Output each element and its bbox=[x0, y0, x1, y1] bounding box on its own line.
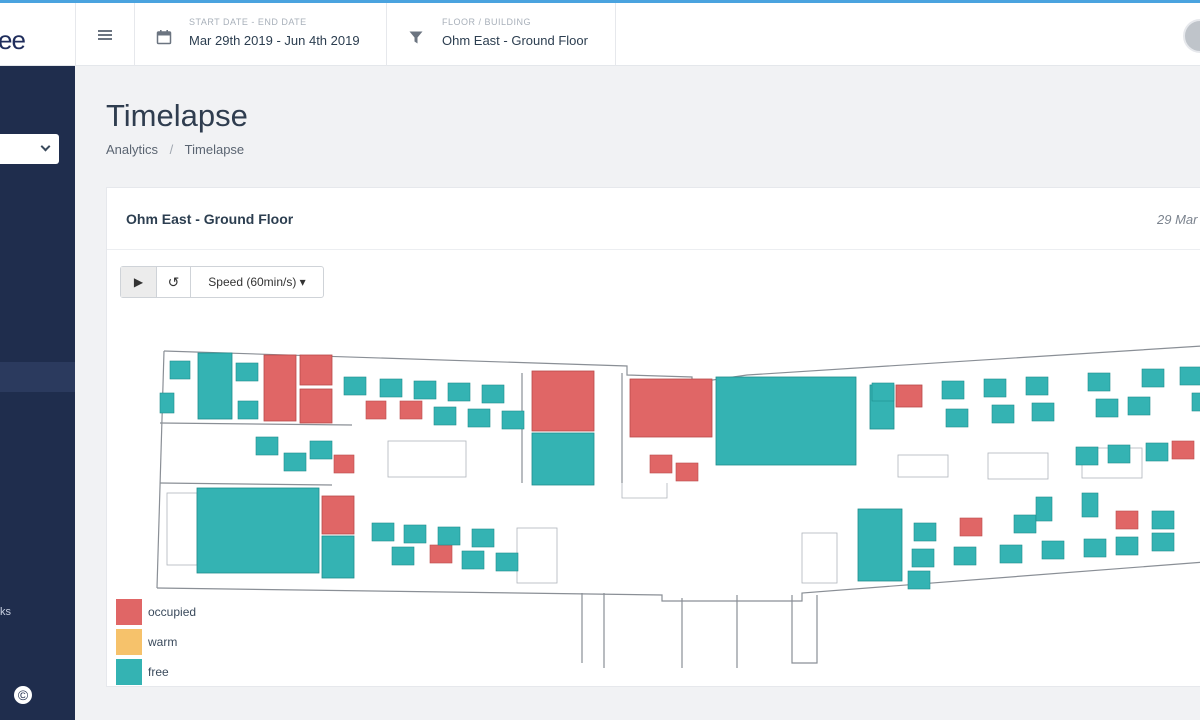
breadcrumb-separator: / bbox=[169, 142, 174, 157]
play-button[interactable]: ▶ bbox=[121, 267, 157, 297]
divider bbox=[134, 3, 135, 66]
date-range-label: START DATE - END DATE bbox=[189, 17, 307, 27]
divider bbox=[615, 3, 616, 66]
sidebar-item-active[interactable] bbox=[0, 362, 75, 392]
breadcrumb-analytics[interactable]: Analytics bbox=[106, 142, 158, 157]
free-swatch bbox=[116, 659, 142, 685]
hamburger-icon bbox=[98, 28, 112, 42]
breadcrumb-timelapse: Timelapse bbox=[184, 142, 245, 157]
floor-card: Ohm East - Ground Floor 29 Mar ▶ ↺ Speed… bbox=[106, 187, 1200, 687]
sidebar-dropdown[interactable] bbox=[0, 134, 59, 164]
speed-dropdown[interactable]: Speed (60min/s) ▾ bbox=[191, 267, 323, 297]
hamburger-menu-button[interactable] bbox=[76, 3, 134, 66]
divider bbox=[386, 3, 387, 66]
chevron-down-icon bbox=[40, 141, 51, 152]
main-content: Timelapse Analytics / Timelapse Ohm East… bbox=[75, 66, 1200, 720]
card-date: 29 Mar bbox=[1157, 212, 1198, 227]
legend: occupied warm free bbox=[116, 597, 196, 687]
sidebar: ks © bbox=[0, 66, 75, 720]
card-header: Ohm East - Ground Floor 29 Mar bbox=[107, 188, 1200, 250]
floor-selector[interactable]: FLOOR / BUILDING Ohm East - Ground Floor bbox=[442, 17, 588, 48]
playback-controls: ▶ ↺ Speed (60min/s) ▾ bbox=[120, 266, 324, 298]
date-range-picker[interactable]: START DATE - END DATE Mar 29th 2019 - Ju… bbox=[189, 17, 360, 48]
legend-label: warm bbox=[148, 635, 178, 649]
warm-swatch bbox=[116, 629, 142, 655]
page-title: Timelapse bbox=[106, 98, 248, 133]
occupied-swatch bbox=[116, 599, 142, 625]
card-title: Ohm East - Ground Floor bbox=[126, 211, 294, 227]
floor-value: Ohm East - Ground Floor bbox=[442, 33, 588, 48]
calendar-icon bbox=[156, 30, 172, 45]
app-logo: ee bbox=[0, 25, 26, 55]
floor-plan bbox=[156, 345, 1200, 668]
legend-item: warm bbox=[116, 627, 196, 657]
copyright-icon: © bbox=[14, 686, 32, 704]
legend-item: free bbox=[116, 657, 196, 687]
floor-label: FLOOR / BUILDING bbox=[442, 17, 532, 27]
legend-label: free bbox=[148, 665, 169, 679]
date-range-value: Mar 29th 2019 - Jun 4th 2019 bbox=[189, 33, 360, 48]
filter-icon bbox=[409, 31, 423, 44]
top-bar: ee START DATE - END DATE Mar 29th 2019 -… bbox=[0, 0, 1200, 66]
breadcrumb: Analytics / Timelapse bbox=[106, 142, 244, 157]
legend-item: occupied bbox=[116, 597, 196, 627]
legend-label: occupied bbox=[148, 605, 197, 619]
sidebar-item-label[interactable]: ks bbox=[0, 606, 11, 618]
user-avatar[interactable] bbox=[1183, 19, 1200, 53]
reset-button[interactable]: ↺ bbox=[157, 267, 191, 297]
